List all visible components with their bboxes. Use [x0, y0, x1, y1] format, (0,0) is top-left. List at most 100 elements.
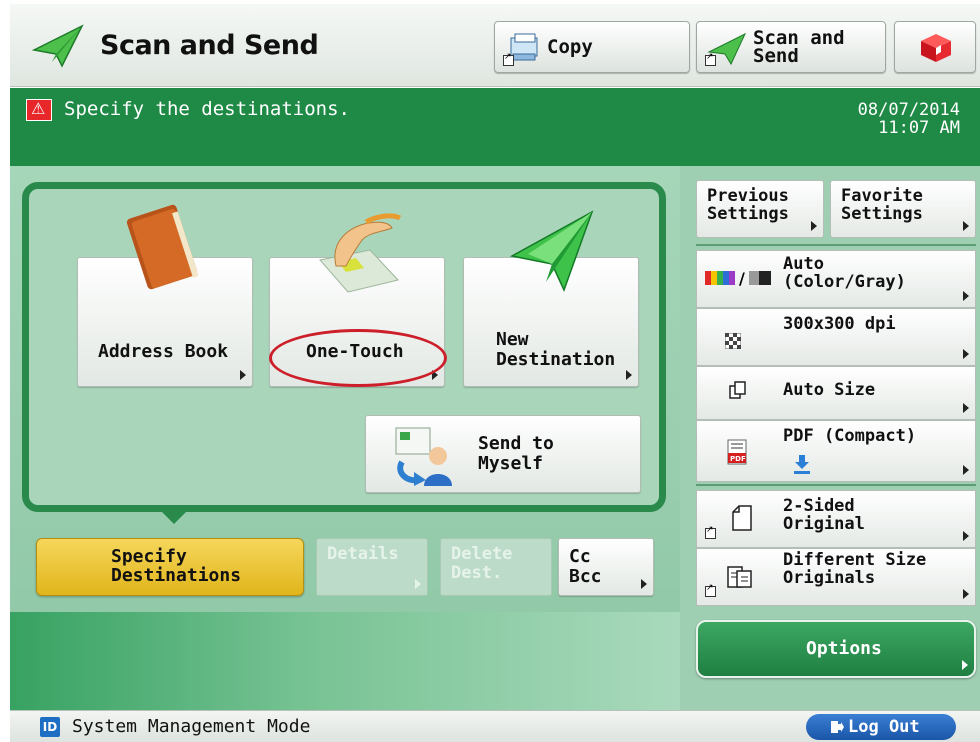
address-book-label: Address Book [98, 341, 229, 362]
send-to-myself-line2: Myself [478, 453, 544, 474]
cc-label: Cc [569, 546, 591, 567]
status-bar: Specify the destinations. 08/07/2014 11:… [10, 88, 980, 166]
specify-destinations-label: Specify Destinations [111, 547, 241, 585]
copy-button[interactable]: Copy [494, 21, 690, 73]
two-sided-label: 2-Sided Original [783, 497, 865, 533]
send-to-myself-button[interactable]: Send to Myself [365, 415, 641, 493]
top-bar: Scan and Send Copy Scan and Send [10, 4, 980, 87]
options-button[interactable]: Options [696, 620, 976, 678]
date: 08/07/2014 [857, 100, 960, 120]
resolution-setting[interactable]: 300x300 dpi [696, 308, 976, 366]
chevron-right-icon [963, 465, 969, 475]
details-button[interactable]: Details [316, 538, 428, 596]
id-icon: ID [40, 717, 60, 737]
shortcut-icon [705, 583, 716, 597]
previous-settings-label: Previous Settings [707, 187, 789, 223]
chevron-right-icon [811, 221, 817, 231]
system-mode-label: System Management Mode [72, 716, 311, 737]
address-book-icon [126, 204, 198, 290]
color-mode-setting[interactable]: / Auto (Color/Gray) [696, 250, 976, 308]
different-size-label: Different Size Originals [783, 551, 926, 587]
new-destination-icon [509, 210, 594, 292]
chevron-right-icon [963, 531, 969, 541]
divider [696, 244, 976, 246]
logout-button[interactable]: Log Out [806, 714, 956, 740]
chevron-right-icon [432, 370, 438, 380]
scan-size-label: Auto Size [783, 380, 876, 400]
chevron-right-icon [626, 370, 632, 380]
scan-size-icon [729, 381, 746, 399]
color-line2: (Color/Gray) [783, 272, 906, 292]
sided-line1: 2-Sided [783, 496, 855, 516]
address-book-button[interactable]: Address Book [77, 204, 253, 387]
scan-send-icon [32, 24, 84, 68]
delete-dest-button[interactable]: Delete Dest. [440, 538, 552, 596]
different-size-icon [727, 566, 752, 588]
specify-line1: Specify [111, 546, 187, 567]
new-destination-button[interactable]: New Destination [463, 210, 639, 387]
chevron-right-icon [963, 221, 969, 231]
scan-size-setting[interactable]: Auto Size [696, 366, 976, 420]
logout-icon [831, 721, 844, 733]
time: 11:07 AM [878, 118, 960, 138]
scan-and-send-button[interactable]: Scan and Send [696, 21, 886, 73]
favorite-line2: Settings [841, 204, 923, 224]
main-area: Address Book One-Touch New Destination S… [10, 166, 980, 710]
logout-label: Log Out [848, 717, 920, 737]
previous-line1: Previous [707, 186, 789, 206]
date-time: 08/07/2014 11:07 AM [858, 101, 960, 137]
chevron-right-icon [240, 370, 246, 380]
chevron-right-icon [963, 589, 969, 599]
app-title: Scan and Send [100, 30, 319, 61]
previous-line2: Settings [707, 204, 789, 224]
specify-destinations-button[interactable]: Specify Destinations [36, 538, 304, 596]
shortcut-icon [503, 52, 514, 66]
chevron-right-icon [641, 579, 647, 589]
two-sided-icon [732, 505, 752, 531]
chevron-right-icon [963, 291, 969, 301]
favorite-settings-button[interactable]: Favorite Settings [830, 180, 976, 238]
menu-cube-icon [921, 34, 951, 62]
scan-send-label-line2: Send [753, 45, 799, 67]
resolution-icon [725, 333, 741, 349]
previous-settings-button[interactable]: Previous Settings [696, 180, 824, 238]
send-to-myself-icon [395, 427, 452, 486]
pdf-file-icon: PDF [727, 439, 747, 465]
delete-line2: Dest. [451, 563, 503, 583]
color-mode-label: Auto (Color/Gray) [783, 255, 906, 291]
divider [696, 484, 976, 486]
one-touch-label: One-Touch [306, 341, 404, 362]
chevron-right-icon [963, 349, 969, 359]
new-destination-label: New Destination [496, 330, 615, 370]
shortcut-icon [705, 525, 716, 539]
favorite-line1: Favorite [841, 186, 923, 206]
details-label: Details [327, 544, 399, 564]
scan-send-screen: Scan and Send Copy Scan and Send [10, 4, 980, 742]
bcc-label: Bcc [569, 566, 602, 587]
panel-pointer [160, 510, 188, 524]
new-destination-line1: New [496, 329, 529, 350]
two-sided-setting[interactable]: 2-Sided Original [696, 490, 976, 548]
sided-line2: Original [783, 514, 865, 534]
color-mode-icon: / [705, 269, 771, 287]
favorite-settings-label: Favorite Settings [841, 187, 923, 223]
bottom-bar: ID System Management Mode Log Out [10, 710, 980, 742]
diffsize-line1: Different Size [783, 550, 927, 570]
resolution-label: 300x300 dpi [783, 314, 896, 334]
cc-bcc-button[interactable]: Cc Bcc [558, 538, 654, 596]
options-label: Options [806, 638, 882, 659]
file-format-setting[interactable]: PDF PDF (Compact) [696, 420, 976, 482]
one-touch-icon [319, 213, 402, 293]
svg-text:/: / [739, 269, 745, 287]
warning-icon [26, 99, 52, 121]
chevron-right-icon [963, 403, 969, 413]
scan-send-label: Scan and Send [753, 29, 845, 67]
different-size-setting[interactable]: Different Size Originals [696, 548, 976, 606]
one-touch-button[interactable]: One-Touch [269, 213, 445, 387]
color-line1: Auto [783, 254, 824, 274]
destination-panel: Address Book One-Touch New Destination S… [22, 182, 666, 512]
file-format-label: PDF (Compact) [783, 426, 917, 446]
main-menu-button[interactable] [894, 21, 976, 73]
delete-line1: Delete [451, 544, 513, 564]
cc-bcc-label: Cc Bcc [569, 547, 602, 587]
